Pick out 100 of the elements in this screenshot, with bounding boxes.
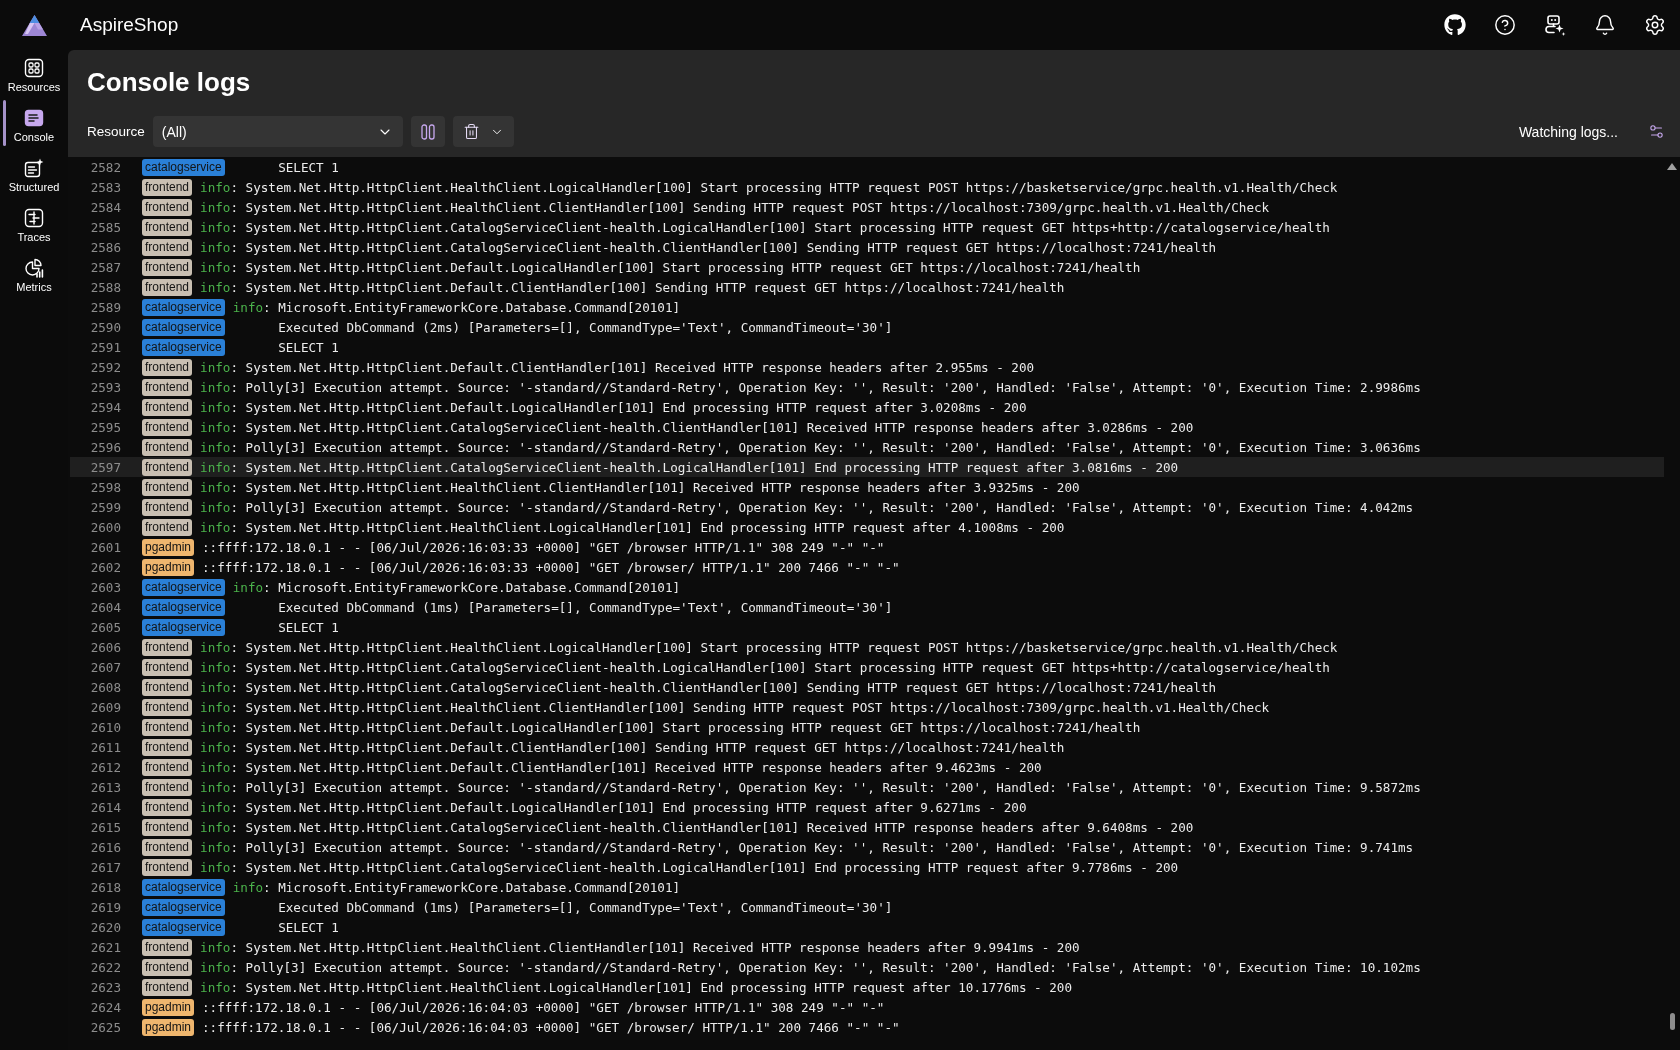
line-number: 2620 bbox=[89, 919, 121, 935]
resource-tag: frontend bbox=[142, 798, 193, 816]
status-text: Watching logs... bbox=[1518, 123, 1618, 140]
resource-tag: frontend bbox=[142, 398, 193, 416]
line-number: 2619 bbox=[89, 899, 121, 915]
nav-item[interactable]: Resources bbox=[0, 54, 68, 104]
resource-tag: catalogservice bbox=[142, 618, 225, 636]
log-message: SELECT 1 bbox=[278, 339, 339, 355]
sliders-icon bbox=[1647, 123, 1665, 140]
resource-tag: frontend bbox=[142, 198, 193, 216]
resource-tag: pgadmin bbox=[142, 558, 195, 576]
document-lines-icon bbox=[24, 108, 44, 128]
log-message: Executed DbCommand (2ms) [Parameters=[], CommandType='Text', CommandTimeout='30'] bbox=[278, 319, 893, 335]
document-sparkle-icon bbox=[24, 158, 44, 178]
log-message: info: System.Net.Http.HttpClient.CatalogServiceClient-health.LogicalHandler[100] Start processing HTTP request GET https+http://catalogservice/health bbox=[200, 219, 1330, 235]
line-number: 2585 bbox=[89, 219, 121, 235]
settings-icon bbox=[1644, 14, 1666, 36]
line-number: 2611 bbox=[89, 739, 121, 755]
line-number: 2593 bbox=[89, 379, 121, 395]
nav-item[interactable]: Metrics bbox=[0, 254, 68, 304]
log-message: info: Polly[3] Execution attempt. Source: '-standard//Standard-Retry', Operation Key: '', Result: '200', Handled: 'False', Attempt: '0', Execution Time: 4.042ms bbox=[200, 499, 1414, 515]
resource-tag: frontend bbox=[142, 358, 193, 376]
line-number: 2601 bbox=[89, 539, 121, 555]
resource-tag: catalogservice bbox=[142, 298, 225, 316]
resource-tag: frontend bbox=[142, 218, 193, 236]
log-message: info: System.Net.Http.HttpClient.Default.ClientHandler[100] Sending HTTP request GET https://localhost:7241/health bbox=[200, 739, 1065, 755]
clear-button[interactable] bbox=[452, 116, 514, 147]
line-number: 2614 bbox=[89, 799, 121, 815]
resource-tag: frontend bbox=[142, 518, 193, 536]
line-number: 2618 bbox=[89, 879, 121, 895]
log-message: info: System.Net.Http.HttpClient.Default.LogicalHandler[101] End processing HTTP request after 9.6271ms - 200 bbox=[200, 799, 1027, 815]
log-message: info: System.Net.Http.HttpClient.Default.ClientHandler[101] Received HTTP response headers after 2.955ms - 200 bbox=[200, 359, 1035, 375]
log-message: info: System.Net.Http.HttpClient.CatalogServiceClient-health.ClientHandler[101] Received HTTP response headers after 3.0286ms - 200 bbox=[200, 419, 1194, 435]
log-message: info: System.Net.Http.HttpClient.HealthClient.LogicalHandler[101] End processing HTTP request after 4.1008ms - 200 bbox=[200, 519, 1065, 535]
nav-item[interactable]: Console bbox=[0, 104, 68, 154]
resource-tag: frontend bbox=[142, 438, 193, 456]
line-number: 2591 bbox=[89, 339, 121, 355]
log-message: ::ffff:172.18.0.1 - - [06/Jul/2026:16:04:03 +0000] "GET /browser HTTP/1.1" 308 249 "-" "-" bbox=[202, 999, 885, 1015]
resource-tag: pgadmin bbox=[142, 1018, 195, 1036]
line-number: 2613 bbox=[89, 779, 121, 795]
pause-button[interactable] bbox=[410, 116, 445, 147]
line-number: 2592 bbox=[89, 359, 121, 375]
line-number: 2615 bbox=[89, 819, 121, 835]
log-message: info: System.Net.Http.HttpClient.HealthClient.LogicalHandler[101] End processing HTTP request after 10.1776ms - 200 bbox=[200, 979, 1072, 995]
pause-icon bbox=[420, 123, 435, 140]
resource-tag: frontend bbox=[142, 278, 193, 296]
line-number: 2602 bbox=[89, 559, 121, 575]
log-message: info: System.Net.Http.HttpClient.HealthClient.ClientHandler[101] Received HTTP response headers after 3.9325ms - 200 bbox=[200, 479, 1080, 495]
log-message: info: System.Net.Http.HttpClient.CatalogServiceClient-health.ClientHandler[100] Sending HTTP request GET https://localhost:7241/health bbox=[200, 239, 1217, 255]
log-message: info: Polly[3] Execution attempt. Source: '-standard//Standard-Retry', Operation Key: '', Result: '200', Handled: 'False', Attempt: '0', Execution Time: 3.0636ms bbox=[200, 439, 1421, 455]
log-message: Executed DbCommand (1ms) [Parameters=[], CommandType='Text', CommandTimeout='30'] bbox=[278, 899, 893, 915]
resource-tag: frontend bbox=[142, 778, 193, 796]
log-message: info: Polly[3] Execution attempt. Source: '-standard//Standard-Retry', Operation Key: '', Result: '200', Handled: 'False', Attempt: '0', Execution Time: 2.9986ms bbox=[200, 379, 1421, 395]
log-message: info: System.Net.Http.HttpClient.HealthClient.ClientHandler[100] Sending HTTP request POST https://localhost:7309/grpc.health.v1.Health/Check bbox=[200, 199, 1270, 215]
line-number: 2599 bbox=[89, 499, 121, 515]
pie-chart-icon bbox=[24, 258, 44, 278]
line-number: 2588 bbox=[89, 279, 121, 295]
log-message: Executed DbCommand (1ms) [Parameters=[], CommandType='Text', CommandTimeout='30'] bbox=[278, 599, 893, 615]
nav-item[interactable]: Traces bbox=[0, 204, 68, 254]
log-message: info: Microsoft.EntityFrameworkCore.Database.Command[20101] bbox=[232, 579, 681, 595]
line-number: 2600 bbox=[89, 519, 121, 535]
resource-tag: frontend bbox=[142, 838, 193, 856]
log-message: info: System.Net.Http.HttpClient.HealthClient.LogicalHandler[100] Start processing HTTP request POST https://basketservice/grpc.health.v1.Health/Check bbox=[200, 179, 1338, 195]
log-message: info: Polly[3] Execution attempt. Source: '-standard//Standard-Retry', Operation Key: '', Result: '200', Handled: 'False', Attempt: '0', Execution Time: 9.741ms bbox=[200, 839, 1414, 855]
github-icon bbox=[1444, 14, 1466, 36]
line-number: 2608 bbox=[89, 679, 121, 695]
line-number: 2590 bbox=[89, 319, 121, 335]
nav-item[interactable]: Structured bbox=[0, 154, 68, 204]
resource-tag: catalogservice bbox=[142, 578, 225, 596]
resource-tag: frontend bbox=[142, 458, 193, 476]
resource-tag: catalogservice bbox=[142, 598, 225, 616]
line-number: 2605 bbox=[89, 619, 121, 635]
line-number: 2617 bbox=[89, 859, 121, 875]
scrollbar-thumb[interactable] bbox=[1669, 1013, 1675, 1030]
resource-tag: frontend bbox=[142, 378, 193, 396]
log-message: SELECT 1 bbox=[278, 159, 339, 175]
line-number: 2594 bbox=[89, 399, 121, 415]
resource-tag: frontend bbox=[142, 418, 193, 436]
log-message: info: System.Net.Http.HttpClient.Default.ClientHandler[101] Received HTTP response headers after 9.4623ms - 200 bbox=[200, 759, 1042, 775]
line-number: 2586 bbox=[89, 239, 121, 255]
log-message: info: System.Net.Http.HttpClient.Default.ClientHandler[100] Sending HTTP request GET https://localhost:7241/health bbox=[200, 279, 1065, 295]
line-number: 2589 bbox=[89, 299, 121, 315]
resource-tag: frontend bbox=[142, 858, 193, 876]
scroll-up-icon[interactable] bbox=[1667, 163, 1677, 170]
app-title: AspireShop bbox=[80, 14, 179, 36]
resource-tag: frontend bbox=[142, 678, 193, 696]
resource-tag: catalogservice bbox=[142, 338, 225, 356]
log-message: info: System.Net.Http.HttpClient.CatalogServiceClient-health.LogicalHandler[101] End processing HTTP request after 9.7786ms - 200 bbox=[200, 859, 1179, 875]
log-message: info: System.Net.Http.HttpClient.HealthClient.ClientHandler[101] Received HTTP response headers after 9.9941ms - 200 bbox=[200, 939, 1080, 955]
resource-tag: frontend bbox=[142, 638, 193, 656]
resource-tag: pgadmin bbox=[142, 998, 195, 1016]
line-number: 2612 bbox=[89, 759, 121, 775]
log-message: info: Polly[3] Execution attempt. Source: '-standard//Standard-Retry', Operation Key: '', Result: '200', Handled: 'False', Attempt: '0', Execution Time: 10.102ms bbox=[200, 959, 1421, 975]
grid-icon bbox=[24, 58, 44, 78]
resource-tag: frontend bbox=[142, 658, 193, 676]
trash-icon bbox=[462, 123, 480, 140]
resource-tag: frontend bbox=[142, 978, 193, 996]
bell-icon bbox=[1594, 14, 1616, 36]
resource-select[interactable]: (All) bbox=[152, 116, 403, 147]
line-number: 2598 bbox=[89, 479, 121, 495]
